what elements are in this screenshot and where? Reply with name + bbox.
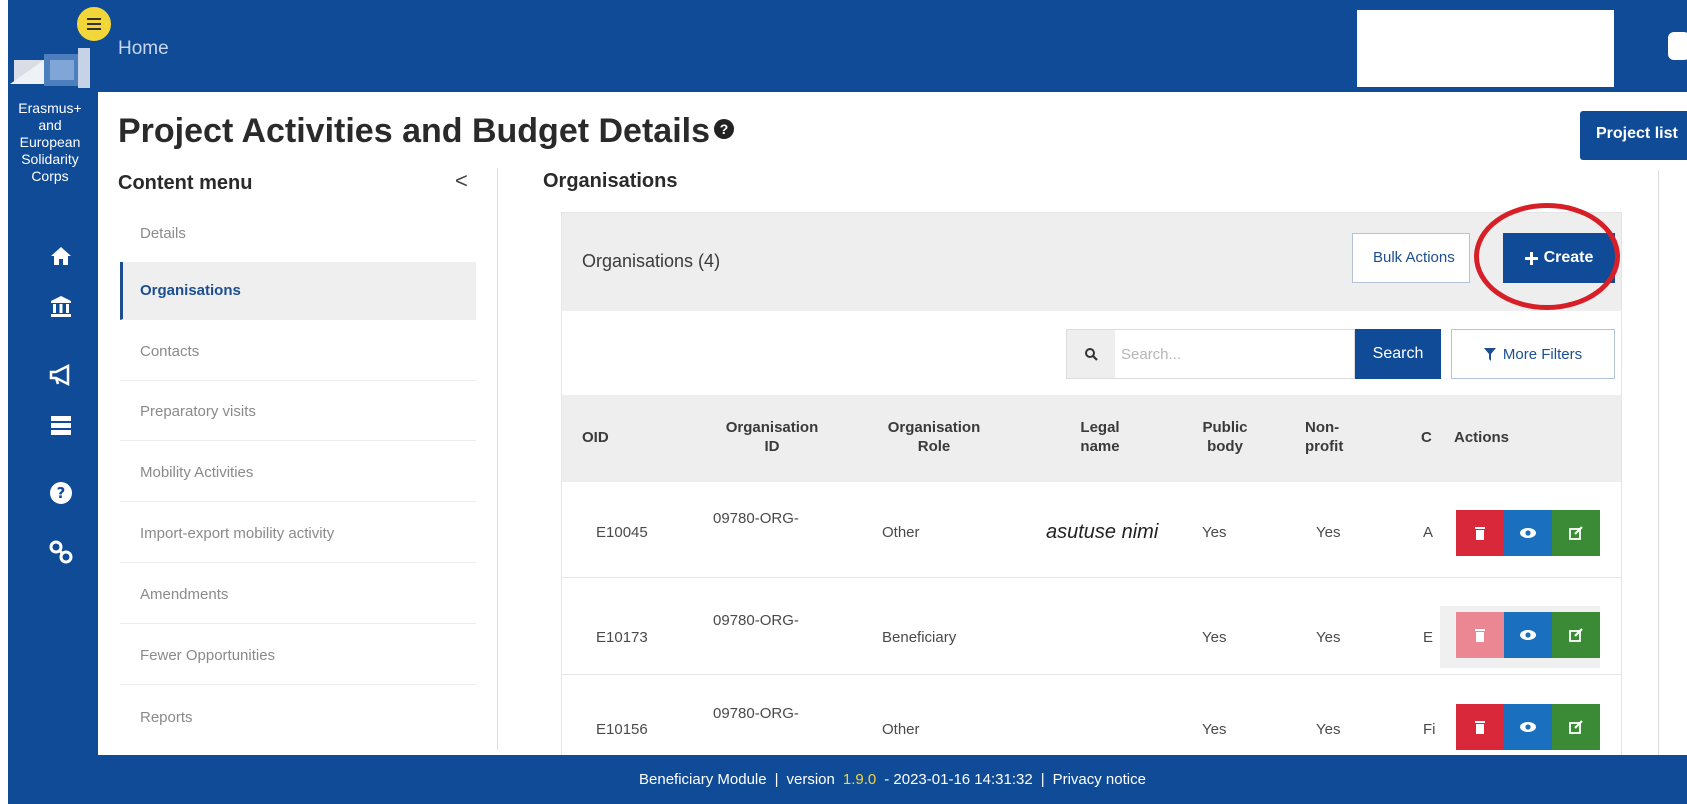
cell-non-profit: Yes [1316, 629, 1341, 646]
content-menu-divider [497, 168, 498, 750]
scrollbar-track[interactable] [1658, 170, 1659, 755]
cell-role: Other [882, 524, 920, 541]
rail-programme-title: Erasmus+ and European Solidarity Corps [18, 100, 82, 184]
search-icon [1067, 330, 1115, 378]
cell-role: Beneficiary [882, 629, 957, 646]
cell-non-profit: Yes [1316, 524, 1341, 541]
chat-icon[interactable] [1668, 32, 1687, 60]
footer-module: Beneficiary Module [639, 771, 767, 788]
filter-icon [1483, 347, 1496, 361]
cell-public-body: Yes [1202, 524, 1227, 541]
edit-button[interactable] [1552, 510, 1600, 556]
footer-separator: | [774, 771, 779, 788]
footer-text: Beneficiary Module | version 1.9.0 - 2023-… [98, 755, 1687, 804]
edit-button[interactable] [1552, 704, 1600, 750]
view-button[interactable] [1504, 704, 1552, 750]
column-header-organisation-role[interactable]: Organisation Role [864, 418, 1004, 456]
content-menu-item-mobility-activities[interactable]: Mobility Activities [120, 444, 476, 502]
content-menu-item-fewer-opportunities[interactable]: Fewer Opportunities [120, 627, 476, 685]
pencil-square-icon [1569, 628, 1583, 642]
breadcrumb-home[interactable]: Home [118, 38, 169, 60]
section-heading: Organisations [543, 170, 678, 192]
cell-c: E [1423, 629, 1434, 646]
cell-non-profit: Yes [1316, 721, 1341, 738]
column-header-actions: Actions [1454, 429, 1510, 446]
help-icon[interactable]: ? [48, 480, 74, 506]
footer-version: 1.9.0 [842, 771, 877, 788]
bulk-actions-button[interactable]: Bulk Actions [1352, 233, 1470, 283]
trash-icon [1475, 721, 1485, 734]
footer-separator: | [1040, 771, 1045, 788]
cell-oid: E10156 [596, 721, 648, 738]
cell-oid: E10045 [596, 524, 648, 541]
content-menu-item-import-export[interactable]: Import-export mobility activity [120, 505, 476, 563]
eye-icon [1520, 722, 1536, 732]
highlight-annotation [1474, 203, 1620, 310]
svg-text:?: ? [57, 484, 66, 502]
screen-edge [0, 0, 8, 804]
delete-button[interactable] [1456, 612, 1504, 658]
eu-logo [10, 48, 90, 88]
page-title: Project Activities and Budget Details? [118, 112, 734, 151]
search-field [1066, 329, 1355, 379]
content-menu-title: Content menu [118, 172, 253, 194]
delete-button[interactable] [1456, 704, 1504, 750]
hamburger-icon [87, 23, 101, 25]
delete-button[interactable] [1456, 510, 1504, 556]
home-icon[interactable] [48, 243, 74, 269]
content-menu-item-preparatory-visits[interactable]: Preparatory visits [120, 383, 476, 441]
megaphone-icon[interactable] [48, 362, 74, 388]
cell-organisation-id: 09780-ORG- [713, 510, 799, 527]
cell-organisation-id: 09780-ORG- [713, 612, 799, 629]
content-menu-item-reports[interactable]: Reports [120, 688, 476, 746]
column-header-non-profit[interactable]: Non-profit [1305, 418, 1365, 456]
search-input[interactable] [1121, 330, 1341, 378]
project-list-button[interactable]: Project list [1580, 111, 1687, 160]
institution-icon[interactable] [48, 293, 74, 319]
column-header-legal-name[interactable]: Legal name [1060, 418, 1140, 456]
privacy-notice-link[interactable]: Privacy notice [1053, 771, 1146, 788]
column-header-organisation-id[interactable]: Organisation ID [702, 418, 842, 456]
pencil-square-icon [1569, 526, 1583, 540]
cell-oid: E10173 [596, 629, 648, 646]
content-menu-item-amendments[interactable]: Amendments [120, 566, 476, 624]
footer-build: - 2023-01-16 14:31:32 [884, 771, 1033, 788]
column-header-oid[interactable]: OID [582, 428, 609, 447]
cell-public-body: Yes [1202, 629, 1227, 646]
content-menu-item-organisations[interactable]: Organisations [120, 262, 476, 320]
cell-c: Fi [1423, 721, 1436, 738]
top-bar-blank-panel [1357, 10, 1614, 87]
more-filters-button[interactable]: More Filters [1451, 329, 1615, 379]
collapse-menu-icon[interactable]: < [455, 168, 468, 194]
view-button[interactable] [1504, 510, 1552, 556]
view-button[interactable] [1504, 612, 1552, 658]
trash-icon [1475, 629, 1485, 642]
list-icon[interactable] [48, 412, 74, 438]
question-circle-icon[interactable]: ? [714, 119, 734, 139]
trash-icon [1475, 527, 1485, 540]
column-header-public-body[interactable]: Public body [1190, 418, 1260, 456]
cell-legal-name-note: asutuse nimi [1046, 521, 1159, 543]
column-header-c[interactable]: C [1421, 428, 1432, 447]
cell-role: Other [882, 721, 920, 738]
eye-icon [1520, 528, 1536, 538]
footer-version-prefix: version [786, 771, 835, 788]
panel-title: Organisations (4) [582, 251, 721, 271]
content-menu-item-contacts[interactable]: Contacts [120, 323, 476, 381]
cell-organisation-id: 09780-ORG- [713, 705, 799, 722]
footer: Beneficiary Module | version 1.9.0 - 2023-… [98, 755, 1687, 804]
search-button[interactable]: Search [1355, 329, 1441, 379]
edit-button[interactable] [1552, 612, 1600, 658]
menu-toggle-button[interactable] [75, 5, 113, 43]
cell-c: A [1423, 524, 1434, 541]
eye-icon [1520, 630, 1536, 640]
pencil-square-icon [1569, 720, 1583, 734]
cell-public-body: Yes [1202, 721, 1227, 738]
link-icon[interactable] [48, 539, 74, 565]
content-menu-item-details[interactable]: Details [120, 204, 476, 262]
